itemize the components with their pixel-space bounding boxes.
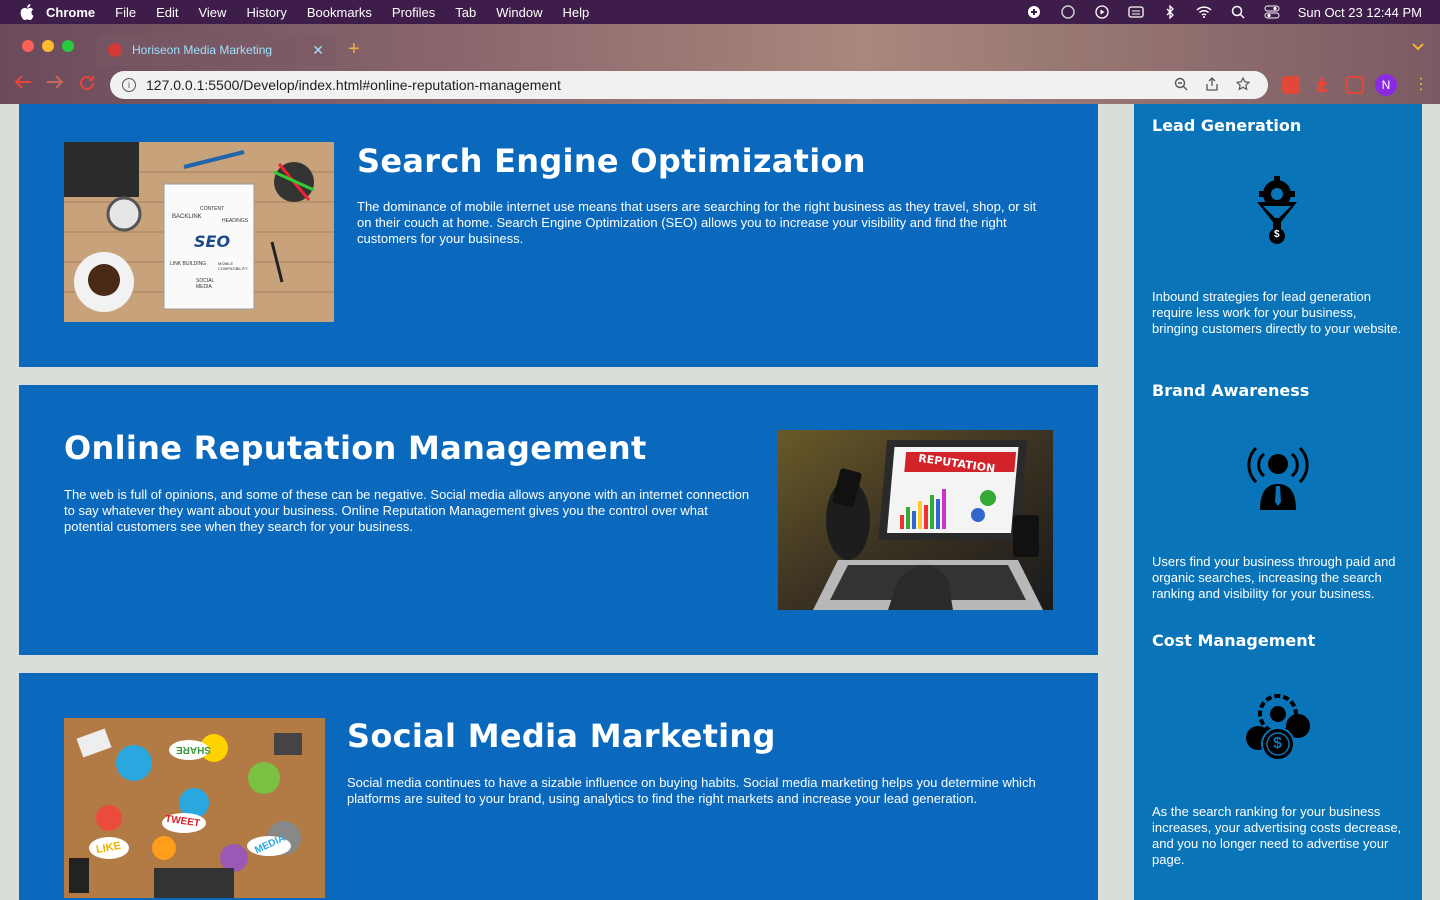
favicon-icon (108, 43, 122, 57)
extension-record-icon[interactable] (1282, 76, 1300, 94)
broadcast-person-icon (1246, 442, 1310, 517)
profile-avatar[interactable]: N (1375, 74, 1397, 96)
bookmark-star-icon[interactable] (1235, 76, 1251, 94)
keyboard-status-icon[interactable] (1128, 5, 1144, 19)
social-image-label-share: SHARE (176, 744, 212, 755)
brand-awareness-title: Brand Awareness (1152, 381, 1310, 400)
address-bar[interactable]: i 127.0.0.1:5500/Develop/index.html#onli… (110, 71, 1268, 99)
window-controls (22, 40, 82, 52)
page-viewport: SEO CONTENT BACKLINK HEADINGS LINK BUILD… (0, 104, 1440, 900)
menu-app-name[interactable]: Chrome (46, 5, 95, 20)
menu-bookmarks[interactable]: Bookmarks (307, 5, 372, 20)
menu-window[interactable]: Window (496, 5, 542, 20)
brand-awareness-text: Users find your business through paid an… (1152, 554, 1396, 601)
vpn-status-icon[interactable] (1026, 5, 1042, 19)
seo-title: Search Engine Optimization (357, 142, 866, 180)
wifi-icon[interactable] (1196, 5, 1212, 19)
menu-profiles[interactable]: Profiles (392, 5, 435, 20)
lead-funnel-icon: $ (1253, 176, 1301, 251)
zoom-icon[interactable] (1174, 77, 1188, 94)
benefits-aside: Lead Generation $ Inbound strategies for… (1134, 104, 1422, 900)
cost-management-text: As the search ranking for your business … (1152, 804, 1402, 867)
menu-help[interactable]: Help (563, 5, 590, 20)
cost-management-title: Cost Management (1152, 631, 1316, 650)
zoom-window-button[interactable] (62, 40, 74, 52)
seo-image: SEO CONTENT BACKLINK HEADINGS LINK BUILD… (64, 142, 334, 322)
bluetooth-icon[interactable] (1162, 5, 1178, 19)
lead-dollar-glyph: $ (1274, 229, 1280, 240)
spotlight-search-icon[interactable] (1230, 5, 1246, 19)
seo-image-label-mobile: MOBILE COMPATIBILITY (218, 261, 248, 271)
seo-image-label: SEO (194, 232, 231, 251)
menu-tab[interactable]: Tab (455, 5, 476, 20)
side-panel-icon[interactable] (1346, 76, 1364, 94)
play-status-icon[interactable] (1094, 5, 1110, 19)
menubar-clock[interactable]: Sun Oct 23 12:44 PM (1298, 5, 1422, 20)
menu-view[interactable]: View (198, 5, 226, 20)
chrome-menu-icon[interactable]: ⋮ (1413, 74, 1429, 94)
minimize-window-button[interactable] (42, 40, 54, 52)
menu-history[interactable]: History (246, 5, 286, 20)
extensions-puzzle-icon[interactable] (1314, 76, 1332, 94)
reload-button[interactable] (78, 74, 96, 97)
social-media-text: Social media continues to have a sizable… (347, 775, 1036, 806)
social-media-image: SHARE TWEET LIKE MEDIA (64, 718, 325, 898)
new-tab-button[interactable]: + (348, 38, 360, 61)
menu-edit[interactable]: Edit (156, 5, 178, 20)
browser-tab[interactable]: Horiseon Media Marketing ✕ (96, 34, 336, 66)
forward-button[interactable] (46, 74, 64, 95)
seo-image-label-social: SOCIAL MEDIA (196, 278, 215, 290)
online-reputation-section: Online Reputation Management The web is … (19, 385, 1098, 655)
social-media-title: Social Media Marketing (347, 717, 776, 755)
apple-icon[interactable] (20, 4, 34, 20)
browser-toolbar: Horiseon Media Marketing ✕ + i 127.0.0.1… (0, 24, 1440, 104)
lead-generation-title: Lead Generation (1152, 116, 1302, 135)
coins-gear-icon: $ (1242, 692, 1314, 769)
tab-search-chevron-icon[interactable] (1412, 40, 1424, 54)
tab-close-button[interactable]: ✕ (312, 42, 324, 59)
seo-image-label-backlink: BACKLINK (172, 214, 202, 220)
back-button[interactable] (14, 74, 32, 95)
moon-status-icon[interactable] (1060, 5, 1076, 19)
seo-section: SEO CONTENT BACKLINK HEADINGS LINK BUILD… (19, 104, 1098, 367)
seo-image-label-headings: HEADINGS (222, 218, 249, 224)
lead-generation-text: Inbound strategies for lead generation r… (1152, 289, 1402, 336)
site-info-icon[interactable]: i (122, 78, 136, 92)
seo-image-label-link-building: LINK BUILDING (170, 261, 207, 267)
online-reputation-title: Online Reputation Management (64, 429, 647, 467)
mac-menubar: Chrome File Edit View History Bookmarks … (0, 0, 1440, 24)
control-center-icon[interactable] (1264, 5, 1280, 19)
cost-dollar-glyph: $ (1273, 735, 1282, 752)
seo-text: The dominance of mobile internet use mea… (357, 199, 1037, 246)
share-icon[interactable] (1206, 76, 1218, 94)
online-reputation-image: REPUTATION (778, 430, 1053, 610)
tab-title: Horiseon Media Marketing (132, 43, 273, 57)
menu-file[interactable]: File (115, 5, 136, 20)
seo-image-label-content: CONTENT (200, 206, 225, 212)
online-reputation-text: The web is full of opinions, and some of… (64, 487, 750, 534)
close-window-button[interactable] (22, 40, 34, 52)
url-text[interactable]: 127.0.0.1:5500/Develop/index.html#online… (146, 77, 1174, 93)
social-media-section: SHARE TWEET LIKE MEDIA Social Media Mark… (19, 673, 1098, 900)
